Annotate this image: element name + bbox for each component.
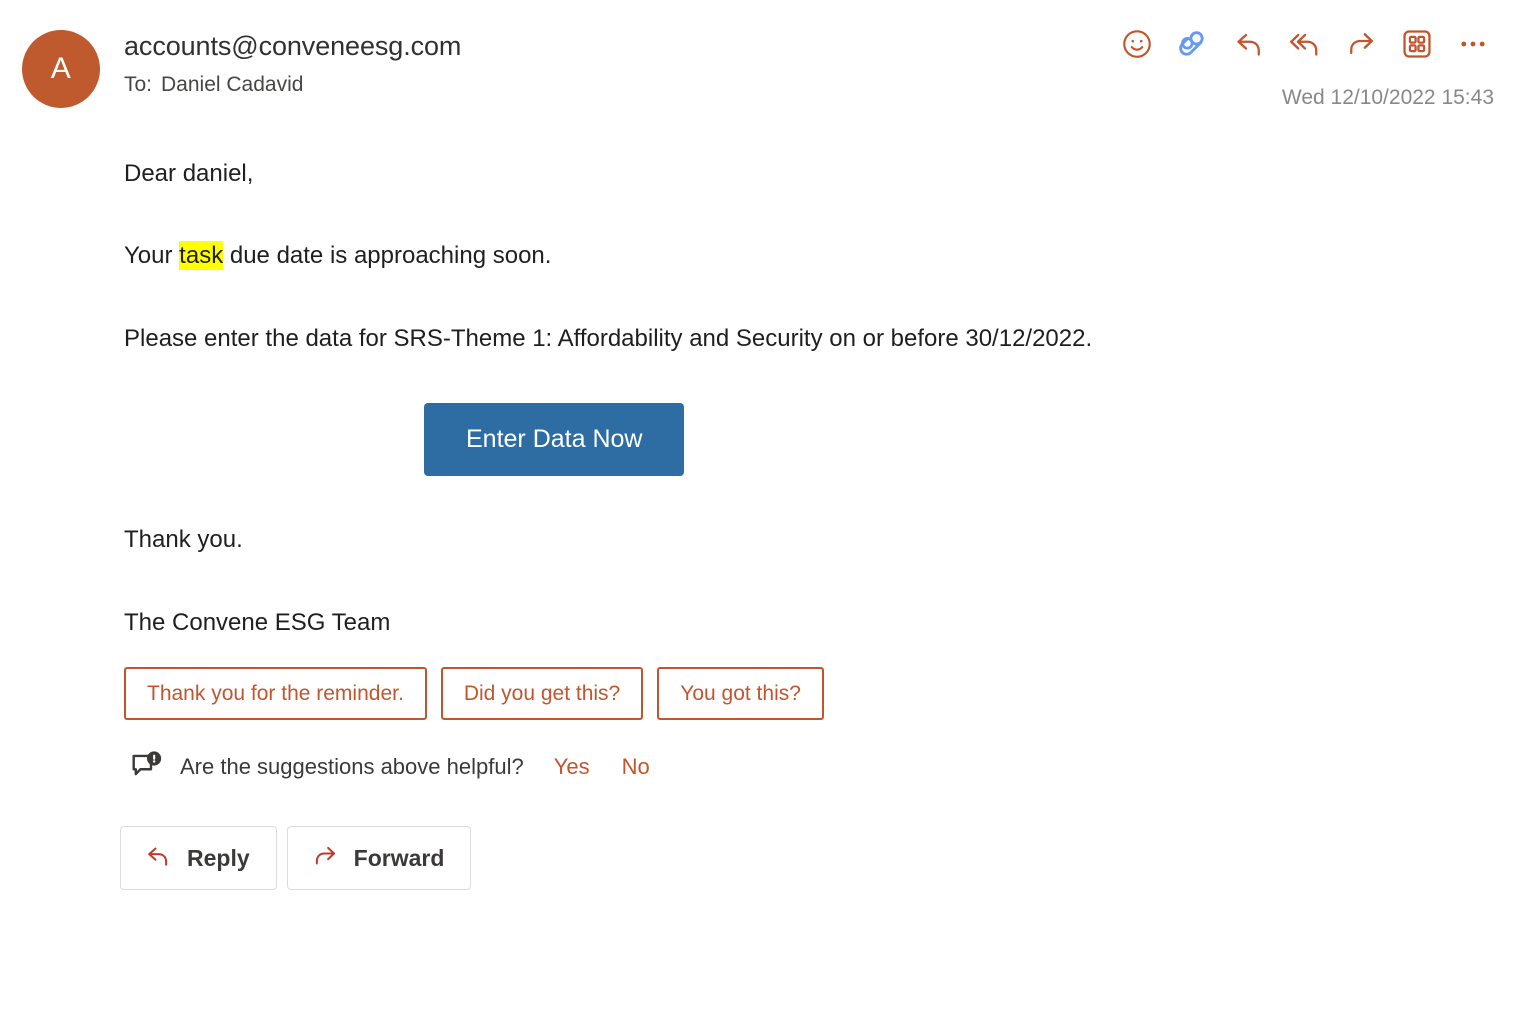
message-timestamp: Wed 12/10/2022 15:43 [1281, 86, 1494, 109]
reply-icon [143, 841, 173, 875]
cta-wrapper: Enter Data Now [124, 403, 1494, 477]
more-options-button[interactable] [1450, 22, 1496, 68]
greeting-text: Dear daniel, [124, 160, 254, 187]
forward-action-button[interactable]: Forward [286, 826, 472, 891]
feedback-yes-link[interactable]: Yes [554, 754, 590, 780]
avatar: A [22, 30, 100, 108]
footer-actions: Reply Forward [0, 826, 1522, 891]
signature-text: The Convene ESG Team [124, 608, 391, 636]
to-recipient[interactable]: Daniel Cadavid [161, 73, 303, 96]
mail-header: A accounts@conveneesg.com To: Daniel Cada… [0, 0, 1522, 130]
forward-action-label: Forward [353, 844, 445, 871]
reply-button[interactable] [1226, 22, 1272, 68]
enter-data-now-button[interactable]: Enter Data Now [424, 403, 685, 477]
react-smiley-button[interactable] [1114, 22, 1160, 68]
feedback-question: Are the suggestions above helpful? [180, 754, 524, 780]
reply-all-icon [1287, 26, 1323, 65]
suggestions-feedback-row: Are the suggestions above helpful? Yes N… [0, 748, 1522, 786]
forward-button[interactable] [1338, 22, 1384, 68]
feedback-speech-bubble-icon [128, 748, 166, 786]
instruction-text: Please enter the data for SRS-Theme 1: A… [124, 324, 1093, 352]
suggested-replies: Thank you for the reminder. Did you get … [0, 666, 1522, 721]
closing-text: Thank you. [124, 526, 243, 554]
task-text-after: due date is approaching soon. [223, 242, 552, 270]
apps-grid-button[interactable] [1394, 22, 1440, 68]
feedback-no-link[interactable]: No [622, 754, 650, 780]
reply-action-label: Reply [187, 844, 250, 871]
recipient-line: To: Daniel Cadavid [124, 73, 461, 97]
task-text-before: Your [124, 242, 180, 270]
header-actions [1114, 22, 1496, 68]
apps-grid-icon [1400, 27, 1434, 64]
to-label: To: [124, 72, 153, 96]
sender-block: accounts@conveneesg.com To: Daniel Cadavi… [124, 30, 461, 97]
reply-icon [1231, 26, 1267, 65]
react-smiley-icon [1120, 27, 1154, 64]
forward-icon [1343, 26, 1379, 65]
suggested-reply-chip[interactable]: You got this? [657, 666, 824, 721]
task-due-text: Your task due date is approaching soon. [124, 240, 1494, 272]
reply-all-button[interactable] [1282, 22, 1328, 68]
suggested-reply-chip[interactable]: Thank you for the reminder. [124, 666, 427, 721]
viva-insights-icon [1176, 27, 1210, 64]
suggested-reply-chip[interactable]: Did you get this? [440, 666, 644, 721]
mail-body: Dear daniel, Your task due date is appro… [0, 158, 1522, 639]
more-options-icon [1456, 27, 1490, 64]
forward-icon [310, 841, 340, 875]
highlighted-task-word: task [179, 241, 224, 271]
reply-action-button[interactable]: Reply [120, 826, 277, 891]
sender-email[interactable]: accounts@conveneesg.com [124, 30, 461, 64]
viva-insights-button[interactable] [1170, 22, 1216, 68]
avatar-initial: A [50, 52, 72, 85]
